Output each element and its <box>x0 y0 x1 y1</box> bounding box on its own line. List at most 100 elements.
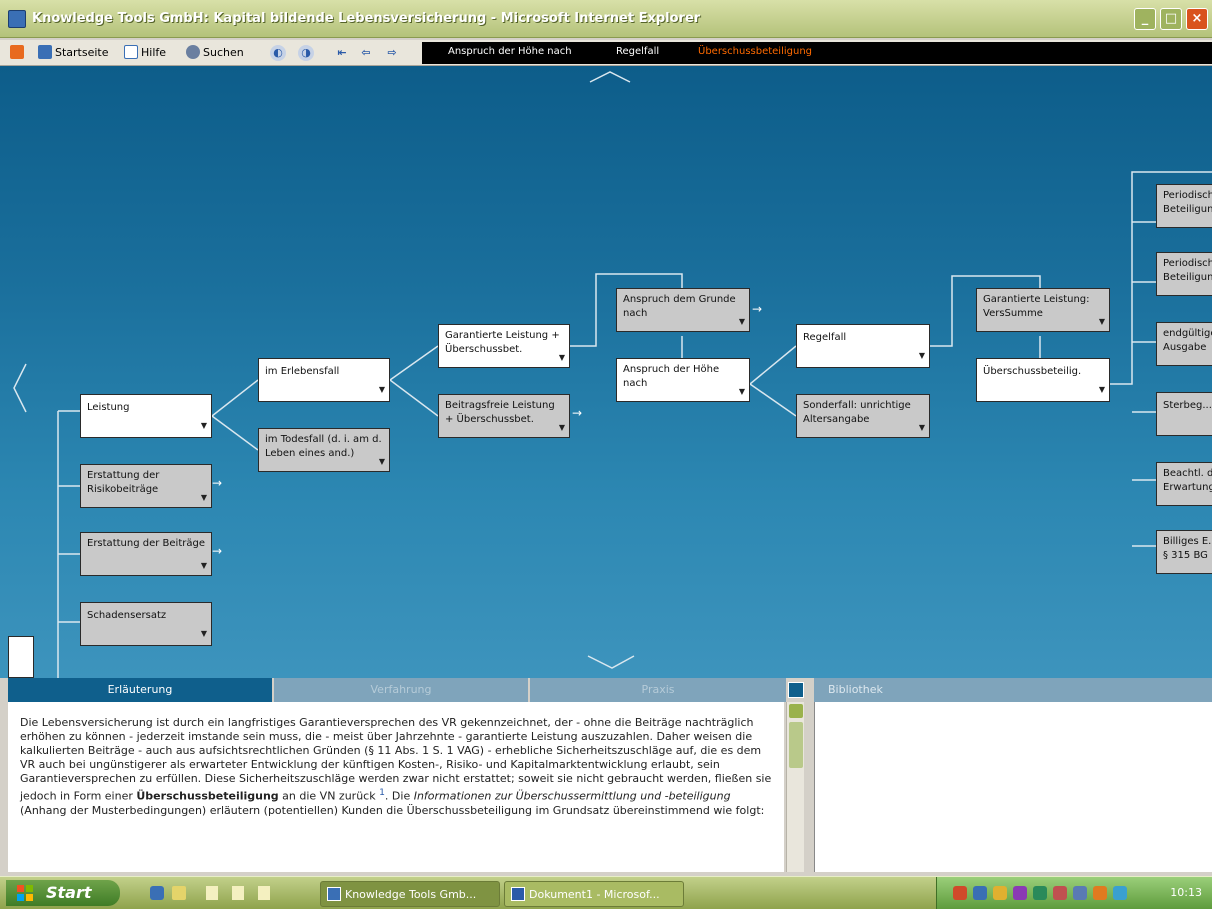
quicklaunch-shortcut-icon[interactable] <box>232 886 244 900</box>
search-button[interactable]: Suchen <box>186 44 244 62</box>
node-ueberschussbeteilig[interactable]: Überschussbeteilig. ▼ <box>976 358 1110 402</box>
breadcrumb-current[interactable]: Überschussbeteiligung <box>698 46 812 57</box>
text-segment: (Anhang der Musterbedingungen) erläutern… <box>20 803 765 817</box>
breadcrumb-item[interactable]: Regelfall <box>616 46 659 57</box>
scrollbar[interactable] <box>786 702 804 872</box>
back-icon[interactable]: ⇦ <box>358 45 374 61</box>
expand-arrow-icon[interactable]: → <box>752 302 762 316</box>
quicklaunch-ie-icon[interactable] <box>150 886 164 900</box>
close-button[interactable]: × <box>1186 8 1208 30</box>
quicklaunch-explorer-icon[interactable] <box>172 886 186 900</box>
tray-icon[interactable] <box>1073 886 1087 900</box>
clock: 10:13 <box>1170 886 1202 899</box>
home-button[interactable] <box>10 44 27 62</box>
task-label: Dokument1 - Microsof... <box>529 888 660 901</box>
system-tray: 10:13 <box>936 877 1212 909</box>
home-icon <box>10 45 24 59</box>
node-label: Garantierte Leistung + Überschussbet. <box>445 330 560 355</box>
help-button[interactable]: Hilfe <box>124 44 166 62</box>
partial-node[interactable] <box>8 636 34 678</box>
node-label: Anspruch dem Grunde nach <box>623 294 736 319</box>
scroll-thumb[interactable] <box>789 722 803 768</box>
tray-icon[interactable] <box>1053 886 1067 900</box>
tray-icon[interactable] <box>993 886 1007 900</box>
node-todesfall[interactable]: im Todesfall (d. i. am d. Leben eines an… <box>258 428 390 472</box>
node-right-3[interactable]: endgültige Ausgabe <box>1156 322 1212 366</box>
node-right-2[interactable]: Periodische Beteiligung <box>1156 252 1212 296</box>
tab-verfahrung[interactable]: Verfahrung <box>274 678 528 702</box>
node-schadensersatz[interactable]: Schadensersatz ▼ <box>80 602 212 646</box>
search-label: Suchen <box>203 46 244 59</box>
node-label: endgültige Ausgabe <box>1163 328 1212 353</box>
node-label: Periodische Beteiligung <box>1163 258 1212 283</box>
node-leistung[interactable]: Leistung ▼ <box>80 394 212 438</box>
tray-icon[interactable] <box>1013 886 1027 900</box>
start-button[interactable]: Start <box>6 880 120 906</box>
tab-bibliothek[interactable]: Bibliothek <box>814 678 1212 702</box>
node-vers-summe[interactable]: Garantierte Leistung: VersSumme ▼ <box>976 288 1110 332</box>
node-label: Leistung <box>87 402 130 413</box>
text-segment: . Die <box>384 789 414 803</box>
tab-erlaeuterung[interactable]: Erläuterung <box>8 678 272 702</box>
node-label: Erstattung der Beiträge <box>87 538 205 549</box>
node-label: Erstattung der Risikobeiträge <box>87 470 160 495</box>
first-icon[interactable]: ⇤ <box>334 45 350 61</box>
search-icon <box>186 45 200 59</box>
node-grunde-nach[interactable]: Anspruch dem Grunde nach ▼ <box>616 288 750 332</box>
node-erstattung-beitraege[interactable]: Erstattung der Beiträge ▼ <box>80 532 212 576</box>
tab-praxis[interactable]: Praxis <box>530 678 786 702</box>
explanation-text: Die Lebensversicherung ist durch ein lan… <box>8 702 784 872</box>
forward-globe-icon[interactable]: ◑ <box>298 45 314 61</box>
node-erstattung-risiko[interactable]: Erstattung der Risikobeiträge ▼ <box>80 464 212 508</box>
text-segment: an die VN zurück <box>278 789 376 803</box>
expand-arrow-icon[interactable]: → <box>212 476 222 490</box>
expand-arrow-icon[interactable]: → <box>572 406 582 420</box>
breadcrumb: Anspruch der Höhe nach Regelfall Übersch… <box>422 42 1212 64</box>
back-globe-icon[interactable]: ◐ <box>270 45 286 61</box>
node-label: Billiges E... § 315 BG <box>1163 536 1212 561</box>
node-right-6[interactable]: Billiges E... § 315 BG <box>1156 530 1212 574</box>
minimize-button[interactable]: _ <box>1134 8 1156 30</box>
tray-icon[interactable] <box>1113 886 1127 900</box>
scroll-up-icon[interactable] <box>789 704 803 718</box>
node-label: Beitragsfreie Leistung + Überschussbet. <box>445 400 555 425</box>
taskbar-item-browser[interactable]: Knowledge Tools Gmb... <box>320 881 500 907</box>
page-icon <box>38 45 52 59</box>
tray-icon[interactable] <box>1033 886 1047 900</box>
help-icon <box>124 45 138 59</box>
maximize-panel-icon[interactable] <box>788 682 804 698</box>
node-sonderfall[interactable]: Sonderfall: unrichtige Altersangabe ▼ <box>796 394 930 438</box>
tray-icon[interactable] <box>953 886 967 900</box>
quicklaunch-shortcut-icon[interactable] <box>206 886 218 900</box>
word-icon <box>511 887 525 901</box>
maximize-button[interactable]: □ <box>1160 8 1182 30</box>
node-right-1[interactable]: Periodische Beteiligung <box>1156 184 1212 228</box>
library-pane <box>814 702 1212 872</box>
tray-icon[interactable] <box>1093 886 1107 900</box>
forward-icon[interactable]: ⇨ <box>384 45 400 61</box>
node-hoehe-nach[interactable]: Anspruch der Höhe nach ▼ <box>616 358 750 402</box>
node-label: Garantierte Leistung: VersSumme <box>983 294 1090 319</box>
taskbar-item-word[interactable]: Dokument1 - Microsof... <box>504 881 684 907</box>
task-label: Knowledge Tools Gmb... <box>345 888 477 901</box>
node-regelfall[interactable]: Regelfall ▼ <box>796 324 930 368</box>
quicklaunch-shortcut-icon[interactable] <box>258 886 270 900</box>
browser-icon <box>8 10 26 28</box>
help-label: Hilfe <box>141 46 167 59</box>
breadcrumb-item[interactable]: Anspruch der Höhe nach <box>448 46 572 57</box>
startseite-label: Startseite <box>55 46 109 59</box>
node-label: Sterbeg... <box>1163 400 1212 411</box>
expand-arrow-icon[interactable]: → <box>212 544 222 558</box>
node-label: Regelfall <box>803 332 847 343</box>
node-right-5[interactable]: Beachtl. d. Erwartung <box>1156 462 1212 506</box>
windows-logo-icon <box>17 885 33 901</box>
node-right-4[interactable]: Sterbeg... <box>1156 392 1212 436</box>
info-panel: Erläuterung Verfahrung Praxis Bibliothek… <box>0 678 1212 874</box>
node-erlebensfall[interactable]: im Erlebensfall ▼ <box>258 358 390 402</box>
node-garantierte-leistung[interactable]: Garantierte Leistung + Überschussbet. ▼ <box>438 324 570 368</box>
node-beitragsfreie-leistung[interactable]: Beitragsfreie Leistung + Überschussbet. ▼ <box>438 394 570 438</box>
tray-icon[interactable] <box>973 886 987 900</box>
startseite-button[interactable]: Startseite <box>38 44 109 62</box>
title-bar: Knowledge Tools GmbH: Kapital bildende L… <box>0 0 1212 38</box>
text-italic: Informationen zur Überschussermittlung u… <box>413 789 731 803</box>
